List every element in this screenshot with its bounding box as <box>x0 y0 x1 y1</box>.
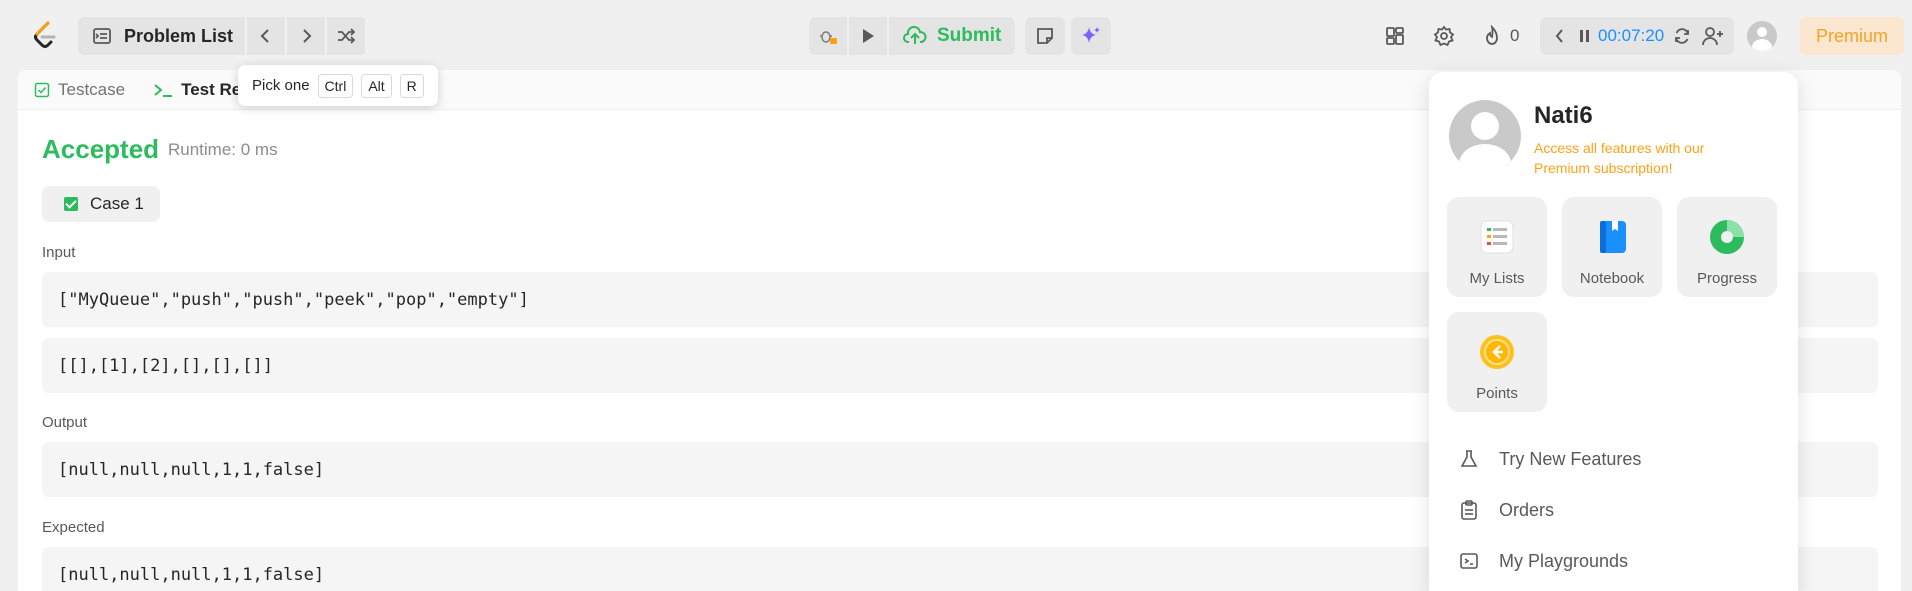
chevron-left-icon[interactable] <box>1548 24 1572 48</box>
user-plus-icon <box>1701 24 1725 48</box>
tile-notebook[interactable]: Notebook <box>1562 197 1662 297</box>
list-icon <box>1477 217 1517 257</box>
settings-button[interactable] <box>1432 17 1456 55</box>
chevron-right-icon <box>294 24 318 48</box>
tab-testcase[interactable]: Testcase <box>34 80 125 100</box>
reset-icon[interactable] <box>1670 24 1694 48</box>
username[interactable]: Nati6 <box>1534 102 1593 130</box>
tile-my-lists[interactable]: My Lists <box>1447 197 1547 297</box>
layout-grid-icon <box>1383 24 1407 48</box>
run-group: Submit <box>809 17 1117 55</box>
play-icon <box>856 24 880 48</box>
menu-label: My Playgrounds <box>1499 550 1629 571</box>
next-problem-button[interactable] <box>287 17 326 55</box>
streak-counter[interactable]: 0 <box>1480 17 1519 55</box>
progress-icon <box>1707 217 1747 257</box>
tile-label: Points <box>1476 385 1518 402</box>
checkbox-icon <box>34 82 50 98</box>
terminal-prompt-icon <box>153 82 173 98</box>
clipboard-icon <box>1457 498 1481 522</box>
tooltip-label: Pick one <box>252 77 310 94</box>
terminal-icon <box>1457 549 1481 573</box>
flask-icon <box>1457 447 1481 471</box>
submit-button[interactable]: Submit <box>889 17 1016 55</box>
tile-points[interactable]: Points <box>1447 312 1547 412</box>
runtime-text: Runtime: 0 ms <box>168 140 278 159</box>
case-tab-1[interactable]: Case 1 <box>42 186 160 222</box>
menu-label: Orders <box>1499 499 1555 520</box>
premium-button[interactable]: Premium <box>1800 17 1904 55</box>
layout-button[interactable] <box>1383 17 1407 55</box>
random-problem-button[interactable] <box>327 17 366 55</box>
problem-nav-group: Problem List <box>78 17 367 55</box>
debug-button[interactable] <box>809 17 847 55</box>
points-icon <box>1477 332 1517 372</box>
check-icon <box>64 197 78 211</box>
pause-icon[interactable] <box>1578 24 1592 48</box>
expected-label: Expected <box>42 519 105 536</box>
top-bar: Problem List Submit 0 00:07:20 Premium <box>0 0 1912 70</box>
key-alt: Alt <box>361 73 392 98</box>
tile-label: Notebook <box>1579 270 1645 287</box>
avatar <box>1747 21 1777 51</box>
notes-button[interactable] <box>1025 17 1066 55</box>
gear-icon <box>1432 24 1456 48</box>
menu-orders[interactable]: Orders <box>1457 498 1554 522</box>
flame-icon <box>1480 24 1504 48</box>
avatar-button[interactable] <box>1747 17 1777 55</box>
menu-try-new-features[interactable]: Try New Features <box>1457 447 1641 471</box>
pick-one-tooltip: Pick one Ctrl Alt R <box>238 65 438 106</box>
notebook-icon <box>1592 217 1632 257</box>
streak-count: 0 <box>1510 26 1520 45</box>
submit-label: Submit <box>937 25 1002 46</box>
tab-testcase-label: Testcase <box>58 79 126 99</box>
output-label: Output <box>42 414 88 431</box>
invite-button[interactable] <box>1701 17 1725 55</box>
chevron-left-icon <box>254 24 278 48</box>
menu-label: Try New Features <box>1499 448 1642 469</box>
result-status: Accepted <box>42 134 160 164</box>
key-r: R <box>399 73 424 98</box>
menu-my-playgrounds[interactable]: My Playgrounds <box>1457 549 1628 573</box>
key-ctrl: Ctrl <box>317 73 354 98</box>
note-icon <box>1033 24 1057 48</box>
list-indent-icon <box>90 24 114 48</box>
ai-assist-button[interactable] <box>1071 17 1112 55</box>
prev-problem-button[interactable] <box>247 17 286 55</box>
shuffle-icon <box>334 24 358 48</box>
leetcode-logo-icon[interactable] <box>30 20 60 50</box>
input-label: Input <box>42 244 76 261</box>
tile-progress[interactable]: Progress <box>1677 197 1777 297</box>
profile-dropdown: Nati6 Access all features with our Premi… <box>1429 72 1798 591</box>
problem-list-label: Problem List <box>124 25 234 46</box>
tile-label: Progress <box>1696 270 1758 287</box>
sparkle-icon <box>1079 24 1103 48</box>
profile-avatar[interactable] <box>1449 100 1521 172</box>
case-label: Case 1 <box>90 194 144 213</box>
premium-promo[interactable]: Access all features with our Premium sub… <box>1534 138 1754 178</box>
bug-lock-icon <box>816 24 840 48</box>
timer-value: 00:07:20 <box>1598 26 1665 45</box>
tile-label: My Lists <box>1469 270 1525 287</box>
run-button[interactable] <box>849 17 887 55</box>
problem-list-button[interactable]: Problem List <box>78 17 246 55</box>
cloud-upload-icon <box>903 24 927 48</box>
